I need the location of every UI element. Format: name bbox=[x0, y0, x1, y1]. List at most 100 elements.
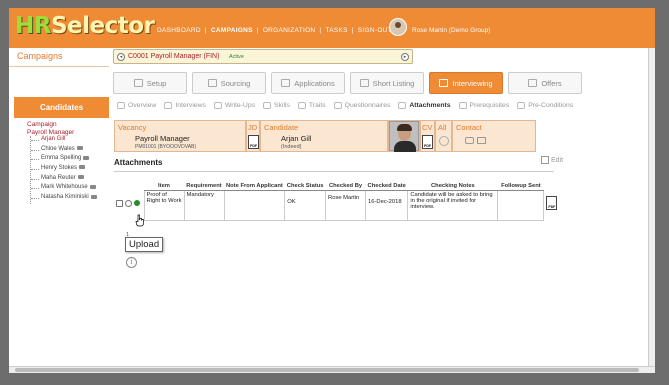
attachment-pdf-icon[interactable]: PDF bbox=[546, 195, 558, 210]
people-icon bbox=[77, 175, 84, 180]
col-item: Item bbox=[144, 182, 184, 191]
subtab-write-ups[interactable]: Write-Ups bbox=[213, 102, 256, 109]
tab-setup[interactable]: Setup bbox=[113, 72, 187, 94]
campaign-name: C0001 Payroll Manager (FIN) bbox=[128, 53, 220, 60]
all-box: All bbox=[435, 120, 452, 152]
campaign-status: Active bbox=[229, 54, 244, 60]
edit-row-icon[interactable] bbox=[116, 199, 123, 207]
tab-label: Offers bbox=[541, 78, 562, 88]
vacancy-box: Vacancy Payroll Manager PM01001 (BYOOOVD… bbox=[114, 120, 246, 152]
candidate-info-row: Vacancy Payroll Manager PM01001 (BYOOOVD… bbox=[114, 120, 536, 152]
app-logo[interactable]: HRSelector bbox=[15, 13, 155, 39]
chat-icon[interactable] bbox=[465, 137, 474, 144]
col-checked-date: Checked Date bbox=[365, 182, 408, 191]
candidate-name: Mark Whitehouse bbox=[41, 184, 88, 191]
write-ups-icon bbox=[213, 102, 222, 109]
candidate-name: Chloe Wales bbox=[41, 145, 75, 152]
attachments-icon bbox=[398, 102, 407, 109]
vertical-scrollbar[interactable] bbox=[648, 48, 655, 366]
campaign-selector[interactable]: ◂ C0001 Payroll Manager (FIN) Active ▸ bbox=[113, 49, 413, 64]
pre-conditions-icon bbox=[517, 102, 526, 109]
cv-box: CV PDF bbox=[420, 120, 435, 152]
jd-pdf-icon[interactable]: PDF bbox=[248, 135, 259, 149]
subtab-label: Write-Ups bbox=[224, 102, 256, 109]
info-icon[interactable]: i bbox=[126, 257, 137, 268]
nav-separator: | bbox=[204, 27, 207, 34]
subtab-pre-conditions[interactable]: Pre-Conditions bbox=[517, 102, 573, 109]
scrollbar-thumb[interactable] bbox=[15, 368, 639, 372]
cell-check-status: OK bbox=[284, 190, 327, 221]
subtab-skills[interactable]: Skills bbox=[263, 102, 290, 109]
email-icon[interactable] bbox=[477, 137, 486, 144]
tab-applications[interactable]: Applications bbox=[271, 72, 345, 94]
people-icon bbox=[76, 146, 83, 151]
table-header-row: Item Requirement Note From Applicant Che… bbox=[114, 182, 568, 191]
candidate-photo[interactable] bbox=[389, 121, 419, 152]
subtab-interviews[interactable]: Interviews bbox=[164, 102, 206, 109]
nav-dashboard[interactable]: DASHBOARD bbox=[157, 27, 201, 34]
upload-tooltip: Upload bbox=[125, 237, 164, 252]
overview-icon bbox=[117, 102, 125, 109]
contact-box: Contact bbox=[452, 120, 536, 152]
col-followup-sent: Followup Sent bbox=[497, 182, 544, 191]
next-campaign-icon[interactable]: ▸ bbox=[401, 53, 409, 61]
candidate-item[interactable]: Chloe Wales bbox=[31, 146, 97, 156]
sourcing-icon bbox=[207, 79, 217, 87]
user-name[interactable]: Rose Martin (Demo Group) bbox=[412, 27, 490, 34]
nav-campaigns[interactable]: CAMPAIGNS bbox=[211, 27, 253, 34]
nav-organization[interactable]: ORGANIZATION bbox=[263, 27, 316, 34]
subtab-overview[interactable]: Overview bbox=[117, 102, 156, 109]
tree-campaign[interactable]: Payroll Manager bbox=[27, 129, 97, 136]
vacancy-label: Vacancy bbox=[118, 123, 147, 132]
sub-tabs: Overview Interviews Write-Ups Skills Tra… bbox=[117, 102, 573, 109]
edit-button[interactable]: Edit bbox=[541, 156, 563, 164]
tree-root-campaign[interactable]: Campaign bbox=[27, 121, 97, 128]
subtab-prerequisites[interactable]: Prerequisites bbox=[458, 102, 510, 109]
candidate-item[interactable]: Natasha Kiminiski bbox=[31, 194, 97, 204]
upload-icon[interactable] bbox=[125, 199, 132, 207]
user-avatar[interactable] bbox=[389, 18, 407, 36]
subtab-questionnaires[interactable]: Questionnaires bbox=[333, 102, 390, 109]
subtab-attachments[interactable]: Attachments bbox=[398, 102, 451, 109]
cell-checked-by[interactable]: Rose Martin bbox=[325, 190, 367, 221]
prev-campaign-icon[interactable]: ◂ bbox=[117, 53, 125, 61]
cv-pdf-icon[interactable]: PDF bbox=[422, 135, 433, 149]
subtab-traits[interactable]: Traits bbox=[297, 102, 326, 109]
all-docs-icon[interactable] bbox=[439, 136, 449, 146]
candidate-item[interactable]: Arjan Gill bbox=[31, 136, 97, 146]
candidate-item[interactable]: Emma Spelling bbox=[31, 155, 97, 165]
cell-checked-date: 16-Dec-2018 bbox=[365, 190, 409, 221]
subtab-label: Interviews bbox=[175, 102, 206, 109]
tab-sourcing[interactable]: Sourcing bbox=[192, 72, 266, 94]
attachments-table: Item Requirement Note From Applicant Che… bbox=[114, 182, 568, 221]
people-icon bbox=[79, 165, 86, 170]
candidate-source: (Indeed) bbox=[281, 144, 302, 150]
skills-icon bbox=[263, 102, 272, 109]
edit-label: Edit bbox=[551, 156, 564, 164]
candidate-item[interactable]: Mark Whitehouse bbox=[31, 184, 97, 194]
jd-box: JD PDF bbox=[246, 120, 260, 152]
main-nav: DASHBOARD | CAMPAIGNS | ORGANIZATION | T… bbox=[157, 27, 392, 34]
cell-requirement: Mandatory bbox=[183, 190, 225, 221]
questionnaires-icon bbox=[333, 102, 342, 109]
subtab-label: Prerequisites bbox=[469, 102, 510, 109]
photo-box bbox=[388, 120, 420, 152]
candidate-item[interactable]: Maha Reuter bbox=[31, 175, 97, 185]
nav-tasks[interactable]: TASKS bbox=[325, 27, 347, 34]
applications-icon bbox=[281, 79, 291, 87]
tab-offers[interactable]: Offers bbox=[508, 72, 582, 94]
candidate-item[interactable]: Henry Stokes bbox=[31, 165, 97, 175]
cell-note-from-applicant bbox=[223, 190, 286, 221]
nav-separator: | bbox=[351, 27, 354, 34]
interviews-icon bbox=[164, 102, 173, 109]
tab-short-listing[interactable]: Short Listing bbox=[350, 72, 424, 94]
candidates-header: Candidates bbox=[14, 97, 109, 118]
tab-label: Interviewing bbox=[452, 78, 493, 88]
attachments-title: Attachments bbox=[114, 158, 163, 167]
tab-interviewing[interactable]: Interviewing bbox=[429, 72, 503, 94]
horizontal-scrollbar[interactable] bbox=[9, 366, 655, 373]
candidate-list: Arjan Gill Chloe Wales Emma Spelling Hen… bbox=[30, 136, 97, 204]
nav-separator: | bbox=[256, 27, 259, 34]
photo-shirt bbox=[394, 141, 416, 152]
nav-sign-out[interactable]: SIGN-OUT bbox=[358, 27, 392, 34]
